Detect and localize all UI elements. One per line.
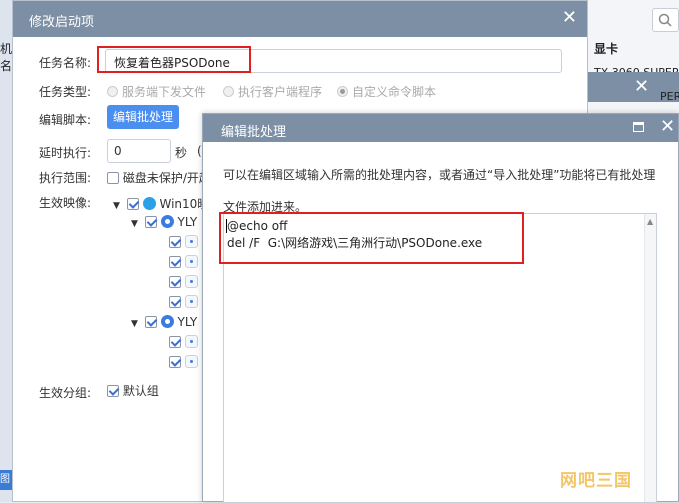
- checkbox-checked-icon[interactable]: [144, 216, 157, 228]
- checkbox-checked-icon: [107, 385, 119, 397]
- gpu-column-header: 显卡: [594, 42, 619, 56]
- radio-label: 执行客户端程序: [238, 85, 323, 99]
- chevron-down-icon[interactable]: ▼: [113, 201, 123, 211]
- edit-batch-button[interactable]: 编辑批处理: [107, 105, 179, 129]
- highlight-box: [97, 46, 251, 73]
- tree-leaf[interactable]: [169, 335, 198, 353]
- background-left-panel: 机名 图: [0, 0, 12, 502]
- close-icon[interactable]: ✕: [634, 76, 649, 97]
- radio-icon: [107, 86, 118, 97]
- close-icon[interactable]: ✕: [660, 116, 675, 137]
- scroll-up-icon[interactable]: ▲: [647, 217, 653, 226]
- windows-icon: [142, 197, 156, 210]
- tree-node[interactable]: ▼ YLY: [131, 315, 197, 333]
- scope-option-label: 磁盘未保护/开起: [122, 171, 211, 185]
- radio-icon: [223, 86, 234, 97]
- editor-scrollbar[interactable]: ▲: [644, 214, 656, 502]
- checkbox-icon: [107, 172, 119, 184]
- task-name-label: 任务名称:: [39, 56, 92, 70]
- radio-label: 服务端下发文件: [122, 85, 207, 99]
- delay-input[interactable]: 0: [107, 139, 171, 163]
- group-label: 生效分组:: [39, 386, 92, 400]
- close-icon[interactable]: ✕: [562, 7, 577, 28]
- checkbox-checked-icon[interactable]: [144, 316, 157, 328]
- radio-custom-script[interactable]: 自定义命令脚本: [337, 83, 436, 100]
- tree-leaf[interactable]: [169, 295, 198, 313]
- disk-icon: [184, 255, 198, 268]
- delay-extra: (: [197, 144, 202, 158]
- disk-icon: [184, 335, 198, 348]
- tree-node[interactable]: ▼ YLY: [131, 215, 197, 233]
- disk-icon: [184, 295, 198, 308]
- background-column-label: 机名: [0, 42, 13, 73]
- delay-unit: 秒: [175, 146, 188, 160]
- disk-icon: [184, 235, 198, 248]
- tree-leaf[interactable]: [169, 235, 198, 253]
- scope-label: 执行范围:: [39, 171, 92, 185]
- tree-node-label: YLY: [177, 215, 198, 229]
- edit-batch-dialog: 编辑批处理 ✕ 可以在编辑区域输入所需的批处理内容，或者通过“导入批处理”功能将…: [202, 113, 679, 503]
- batch-dialog-title: 编辑批处理: [221, 125, 287, 140]
- maximize-icon[interactable]: [633, 122, 644, 132]
- disk-icon: [184, 275, 198, 288]
- background-badge: 图: [0, 470, 12, 490]
- tree-leaf[interactable]: [169, 355, 198, 373]
- checkbox-checked-icon[interactable]: [169, 356, 181, 368]
- checkbox-checked-icon[interactable]: [169, 276, 181, 288]
- search-icon: [658, 13, 672, 27]
- checkbox-checked-icon[interactable]: [126, 198, 139, 210]
- delay-label: 延时执行:: [39, 146, 92, 160]
- tree-leaf[interactable]: [169, 275, 198, 293]
- chevron-down-icon[interactable]: ▼: [131, 219, 141, 229]
- group-checkbox[interactable]: 默认组: [107, 382, 159, 399]
- disk-icon: [184, 355, 198, 368]
- disk-icon: [160, 315, 174, 328]
- delay-value: 0: [114, 144, 122, 158]
- script-label: 编辑脚本:: [39, 113, 92, 127]
- radio-label: 自定义命令脚本: [352, 85, 437, 99]
- highlight-box: [219, 212, 524, 264]
- checkbox-checked-icon[interactable]: [169, 296, 181, 308]
- checkbox-checked-icon[interactable]: [169, 256, 181, 268]
- radio-client-program[interactable]: 执行客户端程序: [223, 83, 322, 100]
- disk-icon: [160, 215, 174, 228]
- group-option-label: 默认组: [122, 384, 159, 398]
- checkbox-checked-icon[interactable]: [169, 236, 181, 248]
- tree-leaf[interactable]: [169, 255, 198, 273]
- batch-dialog-titlebar: 编辑批处理 ✕: [203, 114, 678, 142]
- tree-root[interactable]: ▼ Win10映: [113, 195, 209, 213]
- scope-checkbox[interactable]: 磁盘未保护/开起: [107, 169, 211, 186]
- dialog-title: 修改启动项: [29, 15, 95, 30]
- radio-selected-icon: [337, 86, 348, 97]
- chevron-down-icon[interactable]: ▼: [131, 319, 141, 329]
- images-label: 生效映像:: [39, 196, 92, 210]
- gpu-cell: PER: [660, 90, 679, 103]
- dialog-titlebar: 修改启动项 ✕: [13, 1, 587, 37]
- search-box[interactable]: [652, 8, 679, 32]
- task-type-label: 任务类型:: [39, 85, 92, 99]
- checkbox-checked-icon[interactable]: [169, 336, 181, 348]
- tree-node-label: YLY: [177, 315, 198, 329]
- batch-description: 可以在编辑区域输入所需的批处理内容，或者通过“导入批处理”功能将已有批处理: [223, 168, 656, 182]
- radio-server-file[interactable]: 服务端下发文件: [107, 83, 206, 100]
- watermark: 网吧三国: [560, 471, 632, 491]
